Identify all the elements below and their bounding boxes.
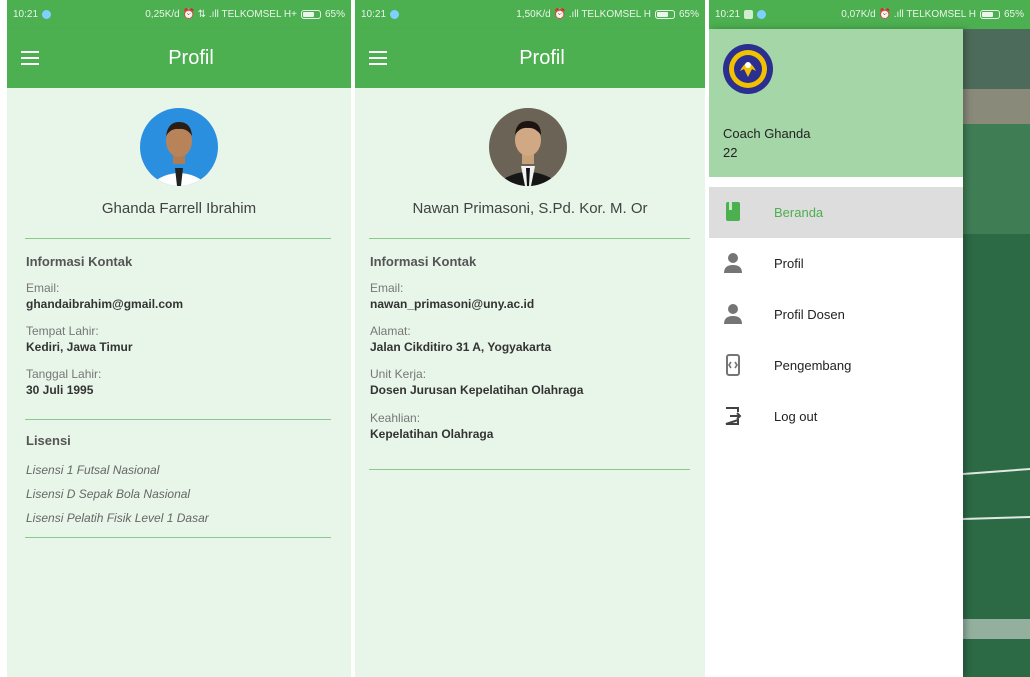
drawer-user-name: Coach Ghanda — [723, 126, 811, 141]
profile-screen-athlete: 10:21 0,25K/d ⏰ ⇅ .ıll TELKOMSEL H+ 65% P… — [7, 0, 351, 677]
profile-name: Nawan Primasoni, S.Pd. Kor. M. Or — [412, 200, 648, 217]
menu-item-profil-dosen[interactable]: Profil Dosen — [709, 289, 963, 340]
menu-item-logout[interactable]: Log out — [709, 391, 963, 442]
section-title-license: Lisensi — [26, 433, 71, 448]
status-network: 1,50K/d ⏰ .ıll TELKOMSEL H — [516, 9, 651, 20]
section-title-contact: Informasi Kontak — [370, 254, 477, 269]
field-label: Keahlian: — [370, 411, 421, 425]
field-label: Email: — [26, 281, 60, 295]
license-item: Lisensi Pelatih Fisik Level 1 Dasar — [26, 511, 209, 525]
license-item: Lisensi 1 Futsal Nasional — [26, 463, 160, 477]
divider — [25, 419, 331, 420]
status-battery: 65% — [678, 9, 699, 20]
battery-icon — [979, 10, 1000, 19]
divider — [25, 537, 331, 538]
menu-item-label: Pengembang — [774, 358, 852, 373]
page-title: Profil — [519, 47, 565, 69]
menu-item-beranda[interactable]: Beranda — [709, 187, 963, 238]
field-label: Unit Kerja: — [370, 367, 427, 381]
menu-icon[interactable] — [369, 51, 387, 65]
person-icon — [723, 303, 743, 325]
status-network: 0,25K/d ⏰ ⇅ .ıll TELKOMSEL H+ — [145, 9, 297, 20]
menu-item-label: Log out — [774, 409, 818, 424]
field-label: Tempat Lahir: — [26, 324, 99, 338]
notification-icon — [757, 10, 767, 19]
profile-screen-lecturer: 10:21 1,50K/d ⏰ .ıll TELKOMSEL H 65% Prof… — [355, 0, 705, 677]
drawer-header: Coach Ghanda 22 — [709, 29, 963, 177]
status-bar: 10:21 1,50K/d ⏰ .ıll TELKOMSEL H 65% — [355, 0, 705, 29]
drawer-user-number: 22 — [723, 145, 738, 160]
menu-icon[interactable] — [21, 51, 39, 65]
drawer-menu: Beranda Profil Profil Dosen Pengembang L… — [709, 187, 963, 442]
section-title-contact: Informasi Kontak — [26, 254, 133, 269]
developer-icon — [723, 354, 743, 376]
profile-content: Ghanda Farrell Ibrahim Informasi Kontak … — [7, 88, 351, 677]
status-bar: 10:21 0,07K/d ⏰ .ıll TELKOMSEL H 65% — [709, 0, 1030, 29]
app-bar: Profil — [7, 29, 351, 88]
field-value: 30 Juli 1995 — [26, 383, 94, 397]
field-label: Tanggal Lahir: — [26, 367, 102, 381]
avatar — [489, 108, 567, 186]
divider — [369, 238, 690, 239]
menu-item-profil[interactable]: Profil — [709, 238, 963, 289]
field-value: ghandaibrahim@gmail.com — [26, 297, 184, 311]
university-logo — [722, 43, 774, 95]
menu-item-label: Profil — [774, 256, 804, 271]
divider — [369, 469, 690, 470]
status-time: 10:21 — [13, 9, 39, 20]
status-time: 10:21 — [361, 9, 387, 20]
notification-icon — [744, 10, 754, 19]
profile-content: Nawan Primasoni, S.Pd. Kor. M. Or Inform… — [355, 88, 705, 677]
battery-icon — [300, 10, 321, 19]
profile-name: Ghanda Farrell Ibrahim — [101, 200, 257, 217]
notification-icon — [390, 10, 400, 19]
navigation-drawer-screen: 10:21 0,07K/d ⏰ .ıll TELKOMSEL H 65% Coa… — [709, 0, 1030, 677]
avatar — [140, 108, 218, 186]
menu-item-label: Beranda — [774, 205, 824, 220]
field-value: Kediri, Jawa Timur — [26, 340, 133, 354]
page-title: Profil — [168, 47, 214, 69]
field-value: Kepelatihan Olahraga — [370, 427, 494, 441]
field-label: Email: — [370, 281, 404, 295]
navigation-drawer: Coach Ghanda 22 Beranda Profil Profil Do… — [709, 29, 963, 677]
status-time: 10:21 — [715, 9, 741, 20]
divider — [25, 238, 331, 239]
license-item: Lisensi D Sepak Bola Nasional — [26, 487, 191, 501]
book-icon — [723, 201, 743, 223]
background-field-image — [962, 29, 1030, 677]
logout-icon — [723, 405, 743, 427]
app-bar: Profil — [355, 29, 705, 88]
status-bar: 10:21 0,25K/d ⏰ ⇅ .ıll TELKOMSEL H+ 65% — [7, 0, 351, 29]
person-icon — [723, 252, 743, 274]
status-battery: 65% — [1003, 9, 1024, 20]
battery-icon — [654, 10, 675, 19]
menu-item-pengembang[interactable]: Pengembang — [709, 340, 963, 391]
menu-item-label: Profil Dosen — [774, 307, 845, 322]
status-network: 0,07K/d ⏰ .ıll TELKOMSEL H — [841, 9, 976, 20]
field-label: Alamat: — [370, 324, 411, 338]
field-value: Dosen Jurusan Kepelatihan Olahraga — [370, 383, 584, 397]
field-value: Jalan Cikditiro 31 A, Yogyakarta — [370, 340, 552, 354]
status-battery: 65% — [324, 9, 345, 20]
notification-icon — [42, 10, 52, 19]
field-value: nawan_primasoni@uny.ac.id — [370, 297, 535, 311]
